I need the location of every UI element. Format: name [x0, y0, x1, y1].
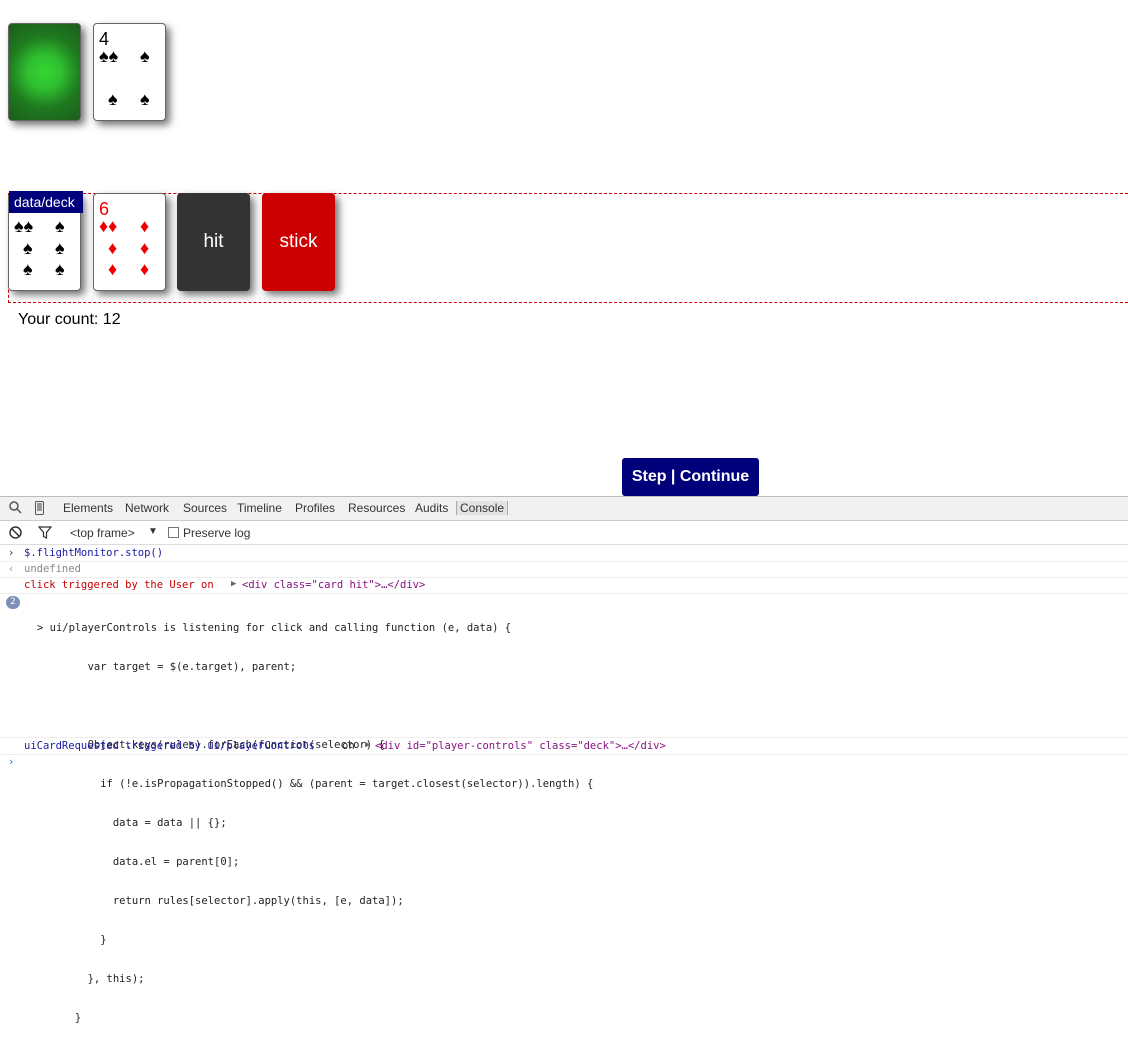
tab-profiles[interactable]: Profiles — [295, 501, 335, 515]
console-log-text: uiCardRequested triggered by ui/playerCo… — [24, 740, 315, 752]
console-output: › $.flightMonitor.stop() ‹ undefined cli… — [0, 545, 1128, 1024]
card-pip: ♠ — [140, 46, 150, 66]
console-entry: uiCardRequested triggered by ui/playerCo… — [0, 738, 1128, 755]
console-code-block: > ui/playerControls is listening for cli… — [37, 596, 593, 1051]
hit-button[interactable]: hit — [177, 193, 250, 291]
card-pip: ♦ — [108, 259, 118, 279]
card-pip: ♠ — [23, 238, 33, 258]
code-line: var target = $(e.target), parent; — [37, 661, 297, 673]
deck-label: data/deck — [9, 191, 83, 213]
card-pip: ♠♠ — [99, 46, 119, 66]
console-input-text: $.flightMonitor.stop() — [24, 547, 164, 559]
code-line: return rules[selector].apply(this, [e, d… — [37, 895, 404, 907]
tab-resources[interactable]: Resources — [348, 501, 405, 515]
console-entry: click triggered by the User on ▶ <div cl… — [0, 578, 1128, 594]
input-chevron-icon: › — [8, 547, 15, 559]
console-log-on: on — [342, 740, 355, 752]
console-prompt[interactable]: › — [0, 755, 1128, 775]
card-pip: ♠ — [140, 89, 150, 109]
preserve-log-checkbox[interactable] — [168, 527, 179, 538]
tab-network[interactable]: Network — [125, 501, 169, 515]
code-line: > ui/playerControls is listening for cli… — [37, 622, 512, 634]
prompt-chevron-icon: › — [8, 756, 15, 768]
devtools-tab-bar: Elements Network Sources Timeline Profil… — [0, 497, 1128, 521]
step-continue-button[interactable]: Step | Continue — [622, 458, 759, 496]
card-pip: ♦ — [140, 238, 150, 258]
expand-triangle-icon[interactable]: ▶ — [231, 579, 236, 589]
card-pip: ♠ — [23, 259, 33, 279]
console-element-link[interactable]: <div id="player-controls" class="deck">…… — [375, 740, 666, 752]
card-pip: ♦♦ — [99, 216, 118, 236]
output-chevron-icon: ‹ — [8, 563, 15, 575]
card-pip: ♠ — [108, 89, 118, 109]
console-entry: 2 > ui/playerControls is listening for c… — [0, 594, 1128, 1024]
console-element-link[interactable]: <div class="card hit">…</div> — [242, 579, 425, 591]
player-controls-highlight — [8, 193, 1128, 303]
dealer-card-back — [8, 23, 81, 121]
code-line: data.el = parent[0]; — [37, 856, 240, 868]
console-result-text: undefined — [24, 563, 81, 575]
tab-audits[interactable]: Audits — [415, 501, 448, 515]
code-line: data = data || {}; — [37, 817, 227, 829]
tab-elements[interactable]: Elements — [63, 501, 113, 515]
repeat-count-badge: 2 — [6, 596, 20, 609]
card-pip: ♠ — [55, 216, 65, 236]
chevron-down-icon[interactable]: ▼ — [148, 526, 158, 537]
expand-triangle-icon[interactable]: ▶ — [365, 740, 370, 750]
console-entry: ‹ undefined — [0, 562, 1128, 578]
console-toolbar: <top frame> ▼ Preserve log — [0, 521, 1128, 545]
card-pip: ♠ — [55, 238, 65, 258]
player-count: Your count: 12 — [18, 311, 121, 328]
card-pip: ♦ — [140, 216, 150, 236]
stick-button[interactable]: stick — [262, 193, 335, 291]
frame-selector[interactable]: <top frame> — [70, 526, 135, 540]
code-line: if (!e.isPropagationStopped() && (parent… — [37, 778, 594, 790]
code-line: }, this); — [37, 973, 145, 985]
card-pip: ♦ — [108, 238, 118, 258]
code-line: } — [37, 934, 107, 946]
preserve-log-label: Preserve log — [183, 526, 251, 540]
code-line: } — [37, 1012, 82, 1024]
clear-console-icon[interactable] — [9, 526, 22, 542]
card-pip: ♦ — [140, 259, 150, 279]
filter-icon[interactable] — [37, 526, 53, 542]
tab-sources[interactable]: Sources — [183, 501, 227, 515]
devtools-panel: Elements Network Sources Timeline Profil… — [0, 496, 1128, 1024]
player-card-six-diamonds: 6 ♦♦ ♦ ♦ ♦ ♦ ♦ — [93, 193, 166, 291]
console-entry: › $.flightMonitor.stop() — [0, 545, 1128, 562]
card-pip: ♠ — [55, 259, 65, 279]
inspect-icon[interactable] — [9, 501, 22, 517]
console-log-text: click triggered by the User on — [24, 579, 220, 591]
tab-timeline[interactable]: Timeline — [237, 501, 282, 515]
device-mode-icon[interactable] — [35, 501, 44, 518]
card-pip: ♠♠ — [14, 216, 34, 236]
tab-console[interactable]: Console — [456, 501, 509, 515]
dealer-card-four-spades: 4 ♠♠ ♠ ♠ ♠ — [93, 23, 166, 121]
